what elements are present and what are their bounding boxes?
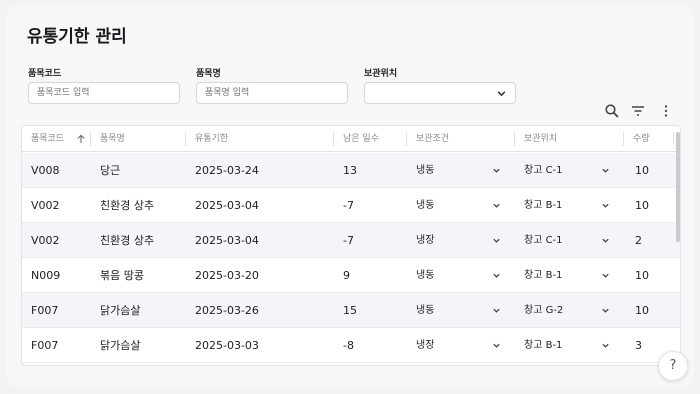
cell-code: F007 [31, 339, 59, 352]
cell-location[interactable]: 창고 B-1 [524, 328, 562, 363]
page-container: 유통기한 관리 품목코드 품목명 보관위치 품목코드 품목명 유통기한 [6, 4, 694, 388]
code-filter-input[interactable] [28, 82, 180, 104]
column-header-days[interactable]: 남은 일수 [343, 126, 379, 152]
table-row[interactable]: F007 닭가슴살 2025-03-26 15 냉동 창고 G-2 10 [22, 293, 680, 328]
chevron-down-icon[interactable] [601, 201, 610, 210]
chevron-down-icon [497, 91, 506, 97]
cell-expiry: 2025-03-26 [195, 304, 259, 317]
cell-qty: 3 [635, 339, 642, 352]
column-header-qty[interactable]: 수량 [633, 126, 650, 152]
cell-storage[interactable]: 냉장 [416, 223, 434, 258]
cell-location[interactable]: 창고 C-1 [524, 153, 563, 188]
cell-code: N009 [31, 269, 61, 282]
cell-qty: 10 [635, 164, 649, 177]
cell-expiry: 2025-03-03 [195, 339, 259, 352]
sort-ascending-icon[interactable] [76, 134, 86, 144]
column-header-code[interactable]: 품목코드 [31, 126, 64, 152]
cell-storage[interactable]: 냉동 [416, 188, 434, 223]
column-header-storage[interactable]: 보관조건 [416, 126, 449, 152]
cell-days: 15 [343, 304, 357, 317]
chevron-down-icon[interactable] [601, 306, 610, 315]
column-divider[interactable] [90, 132, 91, 146]
cell-qty: 10 [635, 199, 649, 212]
cell-days: -8 [343, 339, 354, 352]
cell-days: 13 [343, 164, 357, 177]
cell-days: -7 [343, 199, 354, 212]
cell-code: V008 [31, 164, 60, 177]
cell-code: V002 [31, 234, 60, 247]
vertical-scrollbar[interactable] [676, 132, 680, 242]
location-filter-label: 보관위치 [364, 69, 398, 79]
column-divider[interactable] [623, 132, 624, 146]
cell-days: -7 [343, 234, 354, 247]
table-row[interactable]: V008 당근 2025-03-24 13 냉동 창고 C-1 10 [22, 153, 680, 188]
column-header-expiry[interactable]: 유통기한 [195, 126, 228, 152]
column-divider[interactable] [333, 132, 334, 146]
cell-storage[interactable]: 냉동 [416, 258, 434, 293]
name-filter-label: 품목명 [196, 69, 221, 79]
cell-days: 9 [343, 269, 350, 282]
cell-qty: 10 [635, 304, 649, 317]
chevron-down-icon[interactable] [601, 166, 610, 175]
cell-expiry: 2025-03-04 [195, 199, 259, 212]
chevron-down-icon[interactable] [601, 271, 610, 280]
column-header-name[interactable]: 품목명 [100, 126, 125, 152]
cell-location[interactable]: 창고 B-1 [524, 258, 562, 293]
column-header-location[interactable]: 보관위치 [524, 126, 557, 152]
column-divider[interactable] [406, 132, 407, 146]
page-title: 유통기한 관리 [27, 27, 127, 47]
cell-expiry: 2025-03-24 [195, 164, 259, 177]
cell-qty: 2 [635, 234, 642, 247]
name-filter-input[interactable] [196, 82, 348, 104]
table-row[interactable]: F007 닭가슴살 2025-03-03 -8 냉장 창고 B-1 3 [22, 328, 680, 363]
cell-storage[interactable]: 냉동 [416, 293, 434, 328]
search-icon[interactable] [604, 103, 620, 119]
column-divider[interactable] [185, 132, 186, 146]
table-row[interactable]: V002 친환경 상추 2025-03-04 -7 냉동 창고 B-1 10 [22, 188, 680, 223]
cell-code: V002 [31, 199, 60, 212]
more-vertical-icon[interactable] [658, 103, 674, 119]
cell-name: 당근 [100, 164, 121, 177]
table-header: 품목코드 품목명 유통기한 남은 일수 보관조건 보관위치 수량 [22, 126, 680, 152]
cell-name: 친환경 상추 [100, 234, 155, 247]
column-divider[interactable] [514, 132, 515, 146]
table-row[interactable]: V002 친환경 상추 2025-03-04 -7 냉장 창고 C-1 2 [22, 223, 680, 258]
code-filter-label: 품목코드 [28, 69, 62, 79]
cell-storage[interactable]: 냉장 [416, 328, 434, 363]
chevron-down-icon[interactable] [492, 236, 501, 245]
cell-location[interactable]: 창고 C-1 [524, 223, 563, 258]
chevron-down-icon[interactable] [492, 306, 501, 315]
location-filter-select[interactable] [364, 82, 516, 104]
cell-storage[interactable]: 냉동 [416, 153, 434, 188]
chevron-down-icon[interactable] [601, 341, 610, 350]
cell-expiry: 2025-03-20 [195, 269, 259, 282]
column-divider[interactable] [673, 132, 674, 146]
chevron-down-icon[interactable] [492, 201, 501, 210]
cell-location[interactable]: 창고 G-2 [524, 293, 563, 328]
cell-location[interactable]: 창고 B-1 [524, 188, 562, 223]
cell-name: 닭가슴살 [100, 339, 141, 352]
table-row[interactable]: N009 볶음 땅콩 2025-03-20 9 냉동 창고 B-1 10 [22, 258, 680, 293]
filter-icon[interactable] [630, 103, 646, 119]
chevron-down-icon[interactable] [492, 271, 501, 280]
chevron-down-icon[interactable] [601, 236, 610, 245]
cell-qty: 10 [635, 269, 649, 282]
cell-name: 친환경 상추 [100, 199, 155, 212]
chevron-down-icon[interactable] [492, 166, 501, 175]
cell-name: 닭가슴살 [100, 304, 141, 317]
cell-code: F007 [31, 304, 59, 317]
cell-expiry: 2025-03-04 [195, 234, 259, 247]
chevron-down-icon[interactable] [492, 341, 501, 350]
help-button[interactable]: ? [658, 351, 688, 381]
data-table: 품목코드 품목명 유통기한 남은 일수 보관조건 보관위치 수량 V008 당근 2… [21, 125, 681, 366]
cell-name: 볶음 땅콩 [100, 269, 144, 282]
